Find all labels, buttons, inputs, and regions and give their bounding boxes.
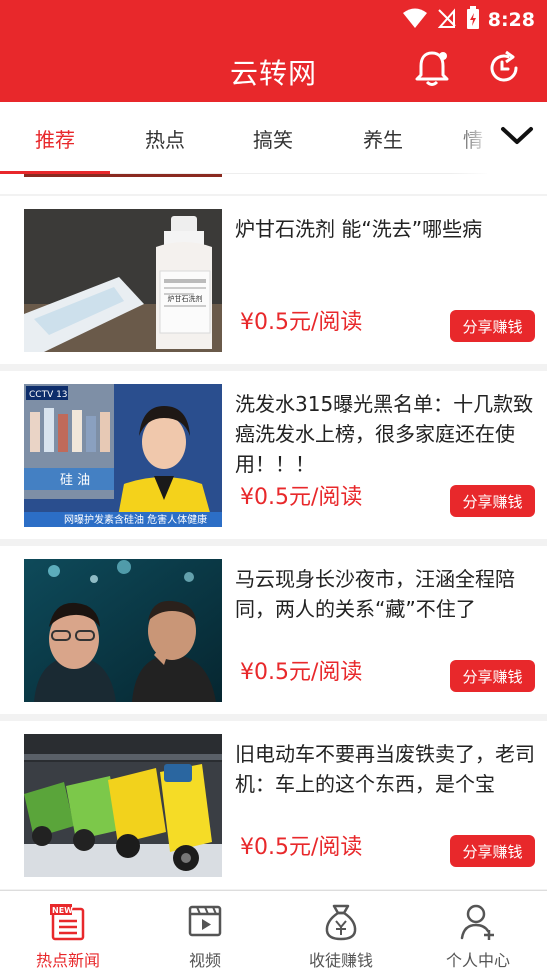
nav-label: 收徒赚钱	[308, 951, 373, 970]
refresh-button[interactable]	[482, 48, 526, 92]
share-earn-button[interactable]: 分享赚钱	[450, 835, 535, 867]
app-bar: 云转网	[0, 38, 547, 102]
wifi-icon	[402, 7, 428, 33]
notification-button[interactable]	[410, 48, 454, 92]
article-list[interactable]: 炉甘石洗剂 炉甘石洗剂 能“洗去”哪些病 ¥0.5元/阅读 分享赚钱 CCTV …	[0, 174, 547, 890]
article-thumbnail	[24, 559, 222, 702]
tab-recommend[interactable]: 推荐	[0, 124, 110, 153]
news-icon: NEW	[50, 903, 86, 945]
status-time: 8:28	[487, 9, 535, 31]
article-title[interactable]: 旧电动车不要再当废铁卖了，老司机：车上的这个东西，是个宝	[235, 739, 537, 799]
person-icon	[460, 903, 496, 945]
share-earn-button[interactable]: 分享赚钱	[450, 310, 535, 342]
bell-icon	[414, 49, 450, 91]
article-price: ¥0.5元/阅读	[240, 310, 363, 335]
article-thumbnail: 炉甘石洗剂	[24, 209, 222, 352]
app-title: 云转网	[229, 57, 317, 90]
nav-label: 热点新闻	[35, 951, 100, 970]
article-thumbnail	[24, 734, 222, 877]
chevron-down-icon	[500, 125, 534, 151]
cctv-logo: CCTV 13	[29, 390, 68, 400]
article-item[interactable]: 炉甘石洗剂 炉甘石洗剂 能“洗去”哪些病 ¥0.5元/阅读 分享赚钱	[0, 196, 547, 364]
nav-label: 视频	[188, 951, 221, 970]
article-thumbnail: CCTV 13 硅 油 网曝护发素含硅油 危害人体健康	[24, 384, 222, 527]
video-icon	[187, 903, 223, 943]
tab-hot[interactable]: 热点	[110, 124, 220, 153]
news-ticker: 网曝护发素含硅油 危害人体健康	[64, 513, 207, 526]
nav-profile[interactable]: 个人中心	[410, 891, 546, 977]
more-tabs-button[interactable]	[487, 102, 547, 174]
refresh-icon	[486, 50, 522, 90]
article-price: ¥0.5元/阅读	[240, 485, 363, 510]
bottle-label: 炉甘石洗剂	[168, 294, 203, 303]
bottom-nav: NEW 热点新闻 视频 收徒赚钱 个人中心	[0, 890, 547, 977]
article-item[interactable]: 马云现身长沙夜市，汪涵全程陪同，两人的关系“藏”不住了 ¥0.5元/阅读 分享赚…	[0, 546, 547, 714]
article-item[interactable]: CCTV 13 硅 油 网曝护发素含硅油 危害人体健康 洗发水315曝光黑名单：…	[0, 371, 547, 539]
share-earn-button[interactable]: 分享赚钱	[450, 485, 535, 517]
article-price: ¥0.5元/阅读	[240, 660, 363, 685]
partial-list-item	[0, 174, 547, 194]
status-bar: 8:28	[0, 0, 547, 38]
article-price: ¥0.5元/阅读	[240, 835, 363, 860]
article-title[interactable]: 洗发水315曝光黑名单：十几款致癌洗发水上榜，很多家庭还在使用！！！	[235, 389, 537, 479]
tab-funny[interactable]: 搞笑	[218, 124, 328, 153]
battery-icon	[466, 6, 480, 34]
nav-hot-news[interactable]: NEW 热点新闻	[0, 891, 136, 977]
no-signal-icon	[436, 7, 458, 33]
nav-label: 个人中心	[445, 951, 510, 970]
nav-video[interactable]: 视频	[137, 891, 273, 977]
status-icons: 8:28	[402, 6, 535, 34]
article-item[interactable]: 旧电动车不要再当废铁卖了，老司机：车上的这个东西，是个宝 ¥0.5元/阅读 分享…	[0, 721, 547, 889]
money-bag-icon	[323, 903, 359, 945]
article-title[interactable]: 炉甘石洗剂 能“洗去”哪些病	[235, 214, 537, 244]
caption-text: 硅 油	[60, 473, 90, 488]
tabs-fade	[451, 102, 491, 174]
share-earn-button[interactable]: 分享赚钱	[450, 660, 535, 692]
nav-recruit-earn[interactable]: 收徒赚钱	[273, 891, 409, 977]
article-title[interactable]: 马云现身长沙夜市，汪涵全程陪同，两人的关系“藏”不住了	[235, 564, 537, 624]
category-tabs: 推荐 热点 搞笑 养生 情	[0, 102, 547, 174]
svg-text:NEW: NEW	[52, 906, 73, 915]
partial-thumbnail	[24, 174, 222, 177]
